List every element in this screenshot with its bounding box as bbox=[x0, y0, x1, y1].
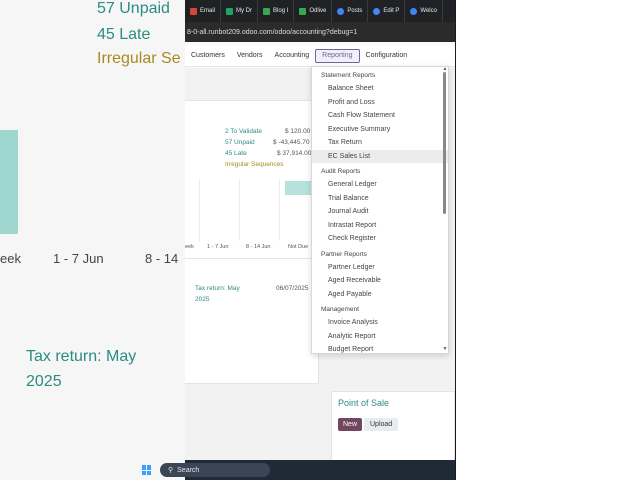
tab-label: Welco bbox=[420, 8, 437, 14]
bg-right-panel bbox=[455, 0, 640, 480]
browser-tab[interactable]: Welco bbox=[405, 0, 443, 22]
irregular-link[interactable]: Irregular Sequences bbox=[225, 161, 284, 168]
tax-return-date: 06/07/2025 bbox=[276, 285, 309, 292]
globe-icon bbox=[410, 7, 418, 15]
nav-customers[interactable]: Customers bbox=[185, 49, 231, 63]
browser-tab-strip: Email My Dr Blog I Odlive Posts Edit P W… bbox=[185, 0, 455, 22]
scroll-down-arrow-icon[interactable]: ▼ bbox=[442, 347, 448, 352]
tax-card: Tax return: May 2025 06/07/2025 bbox=[185, 258, 319, 384]
plus-icon bbox=[299, 7, 307, 15]
tab-label: Posts bbox=[347, 8, 363, 14]
section-title: Management bbox=[321, 306, 359, 313]
tax-return-year[interactable]: 2025 bbox=[195, 296, 209, 303]
menu-tax-return[interactable]: Tax Return bbox=[312, 136, 448, 150]
browser-tab[interactable]: Posts bbox=[332, 0, 369, 22]
menu-budget-report[interactable]: Budget Report bbox=[312, 343, 448, 353]
bg-unpaid: 57 Unpaid bbox=[97, 0, 170, 17]
new-button[interactable]: New bbox=[338, 418, 363, 431]
nav-configuration[interactable]: Configuration bbox=[360, 49, 414, 63]
tab-label: Edit P bbox=[383, 8, 400, 14]
globe-icon bbox=[337, 7, 345, 15]
menu-invoice-analysis[interactable]: Invoice Analysis bbox=[312, 316, 448, 330]
chart-label: 8 - 14 Jun bbox=[246, 244, 271, 250]
unpaid-amount: $ -43,445.70 bbox=[273, 139, 310, 146]
to-validate-amount: $ 120.00 bbox=[285, 128, 311, 135]
menu-profit-and-loss[interactable]: Profit and Loss bbox=[312, 96, 448, 110]
dropdown-scrollbar-thumb[interactable] bbox=[443, 72, 446, 214]
bg-label-1: 1 - 7 Jun bbox=[53, 251, 104, 266]
search-icon: ⚲ bbox=[168, 467, 174, 474]
section-title: Partner Reports bbox=[321, 250, 367, 258]
chart-grid-line bbox=[239, 179, 240, 241]
tab-label: My Dr bbox=[236, 8, 253, 14]
nav-accounting[interactable]: Accounting bbox=[269, 49, 316, 63]
url-bar[interactable]: 8-0-all.runbot209.odoo.com/odoo/accounti… bbox=[185, 22, 455, 42]
journal-card: 2 To Validate $ 120.00 57 Unpaid $ -43,4… bbox=[185, 100, 319, 260]
tab-label: Email bbox=[200, 8, 216, 14]
menu-partner-ledger[interactable]: Partner Ledger bbox=[312, 261, 448, 275]
menu-aged-receivable[interactable]: Aged Receivable bbox=[312, 274, 448, 288]
to-validate-link[interactable]: 2 To Validate bbox=[225, 128, 262, 135]
tab-label: Odlive bbox=[309, 8, 327, 14]
bg-late: 45 Late bbox=[97, 26, 151, 43]
bg-tax-line1: Tax return: May bbox=[26, 348, 137, 365]
chart-label: eek bbox=[185, 244, 194, 250]
browser-tab[interactable]: Edit P bbox=[368, 0, 406, 22]
email-icon bbox=[190, 7, 197, 15]
tax-return-title[interactable]: Tax return: May bbox=[195, 285, 240, 292]
menu-analytic-report[interactable]: Analytic Report bbox=[312, 330, 448, 344]
bg-chart-bar bbox=[0, 130, 18, 234]
chart-grid-line bbox=[199, 179, 200, 241]
menu-balance-sheet[interactable]: Balance Sheet bbox=[312, 82, 448, 96]
plus-icon bbox=[263, 7, 271, 15]
chart-grid-line bbox=[279, 179, 280, 241]
bg-irregular: Irregular Se bbox=[97, 50, 181, 67]
section-title: Audit Reports bbox=[321, 168, 361, 175]
pos-title: Point of Sale bbox=[338, 398, 390, 408]
menu-journal-audit[interactable]: Journal Audit bbox=[312, 205, 448, 219]
taskbar-search[interactable]: ⚲ Search bbox=[160, 463, 270, 477]
upload-button[interactable]: Upload bbox=[364, 418, 399, 431]
menu-intrastat-report[interactable]: Intrastat Report bbox=[312, 219, 448, 233]
chart-label: Not Due bbox=[288, 244, 309, 250]
late-amount: $ 37,914.00 bbox=[277, 150, 312, 157]
nav-reporting[interactable]: Reporting bbox=[315, 48, 360, 63]
url-text: 8-0-all.runbot209.odoo.com/odoo/accounti… bbox=[187, 28, 358, 36]
drive-icon bbox=[226, 7, 234, 15]
menu-ec-sales-list[interactable]: EC Sales List bbox=[312, 149, 448, 163]
menu-cash-flow-statement[interactable]: Cash Flow Statement bbox=[312, 109, 448, 123]
unpaid-link[interactable]: 57 Unpaid bbox=[225, 139, 255, 146]
bg-label-2: 8 - 14 bbox=[145, 251, 179, 266]
browser-tab[interactable]: Odlive bbox=[294, 0, 333, 22]
odoo-top-nav: Customers Vendors Accounting Reporting C… bbox=[185, 45, 455, 67]
menu-check-register[interactable]: Check Register bbox=[312, 232, 448, 246]
chart-label: 1 - 7 Jun bbox=[207, 244, 229, 250]
reporting-dropdown-menu: Statement Reports Balance Sheet Profit a… bbox=[311, 66, 449, 354]
bg-label-0: eek bbox=[0, 251, 21, 266]
tab-label: Blog I bbox=[273, 8, 289, 14]
menu-aged-payable[interactable]: Aged Payable bbox=[312, 288, 448, 302]
menu-general-ledger[interactable]: General Ledger bbox=[312, 178, 448, 192]
browser-tab[interactable]: My Dr bbox=[221, 0, 259, 22]
browser-tab[interactable]: Blog I bbox=[258, 0, 295, 22]
bg-tax-line2: 2025 bbox=[26, 373, 62, 390]
browser-tab[interactable]: Email bbox=[185, 0, 222, 22]
point-of-sale-card: Point of Sale New Upload bbox=[331, 391, 455, 461]
menu-trial-balance[interactable]: Trial Balance bbox=[312, 192, 448, 206]
late-link[interactable]: 45 Late bbox=[225, 150, 247, 157]
globe-icon bbox=[373, 7, 381, 15]
nav-vendors[interactable]: Vendors bbox=[231, 49, 269, 63]
windows-start-icon[interactable] bbox=[142, 465, 152, 475]
menu-executive-summary[interactable]: Executive Summary bbox=[312, 123, 448, 137]
section-title: Statement Reports bbox=[321, 72, 376, 79]
search-label: Search bbox=[177, 466, 200, 474]
